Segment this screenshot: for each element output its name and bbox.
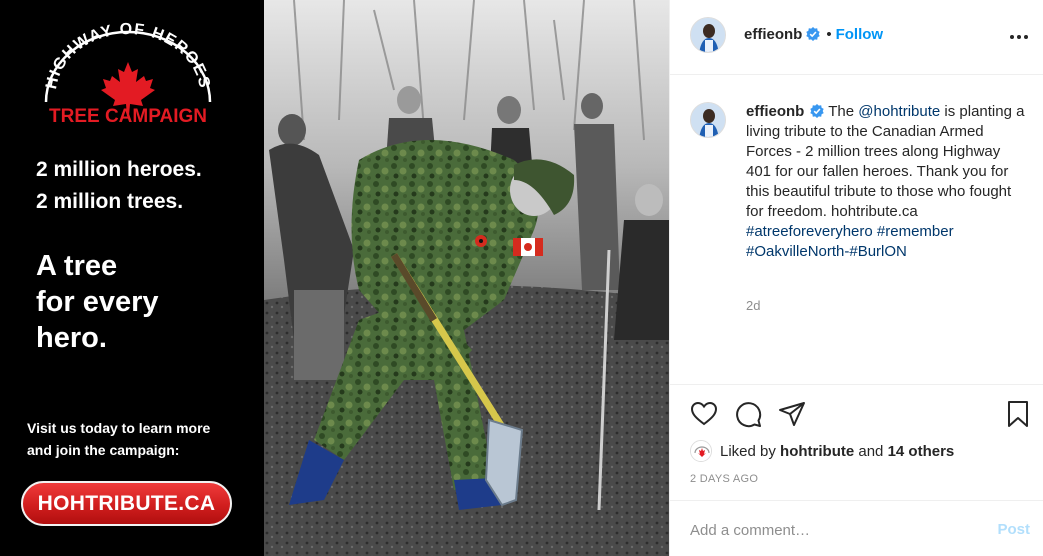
ad-visit-text: Visit us today to learn more and join th… [27, 417, 247, 461]
caption-text-before: The [828, 103, 855, 120]
bookmark-icon[interactable] [1004, 400, 1032, 428]
hashtags-line1[interactable]: #atreeforeveryhero #remember [746, 223, 954, 240]
post-photo[interactable] [264, 0, 669, 556]
header-separator: • [826, 26, 832, 43]
action-bar [670, 386, 1043, 442]
heart-icon[interactable] [690, 400, 718, 428]
follow-button[interactable]: Follow [836, 26, 884, 43]
likes-others[interactable]: 14 others [888, 443, 955, 460]
ad-tagline-line2: 2 million trees. [36, 190, 184, 213]
caption-text-after: is planting a living tribute to the Cana… [746, 103, 1025, 220]
avatar[interactable] [690, 17, 726, 53]
hashtags-line2[interactable]: #OakvilleNorth-#BurlON [746, 243, 907, 260]
post-comment-button[interactable]: Post [997, 521, 1030, 538]
logo-campaign-text: TREE CAMPAIGN [49, 106, 207, 127]
post-side-panel: effieonb • Follow effieonb The @hohtribu… [669, 0, 1043, 556]
header-username[interactable]: effieonb [744, 26, 802, 43]
ad-panel: HIGHWAY OF HEROES TREE CAMPAIGN 2 millio… [0, 0, 264, 556]
mention-link[interactable]: @hohtribute [858, 103, 940, 120]
likes-user[interactable]: hohtribute [780, 443, 854, 460]
comment-input[interactable] [690, 519, 980, 541]
caption-text: effieonb The @hohtribute is planting a l… [746, 102, 1026, 262]
post-date[interactable]: 2 DAYS AGO [690, 473, 758, 485]
caption-avatar[interactable] [690, 102, 726, 138]
ad-headline-line1: A tree [36, 250, 118, 282]
likes-prefix: Liked by [720, 443, 776, 460]
caption-username[interactable]: effieonb [746, 103, 804, 120]
caption-section: effieonb The @hohtribute is planting a l… [670, 76, 1043, 385]
liker-avatar [690, 440, 712, 462]
ad-headline-line2: for every [36, 286, 159, 318]
post-header: effieonb • Follow [670, 0, 1043, 75]
header-user-info: effieonb • Follow [744, 26, 883, 43]
liker-avatar-image [691, 441, 711, 461]
ad-url-button: HOHTRIBUTE.CA [21, 481, 232, 526]
verified-badge-icon [810, 104, 825, 118]
paper-plane-icon[interactable] [778, 400, 806, 428]
likes-conj: and [858, 443, 884, 460]
comment-bar: Post [670, 500, 1043, 556]
highway-of-heroes-logo: HIGHWAY OF HEROES TREE CAMPAIGN [43, 22, 211, 127]
soldier-planting-tree-photo [264, 0, 669, 556]
more-options-icon[interactable] [1008, 28, 1030, 46]
verified-badge-icon [806, 27, 821, 41]
caption-avatar-image [691, 103, 725, 137]
ad-tagline-line1: 2 million heroes. [36, 158, 202, 181]
ad-visit-line1: Visit us today to learn more [27, 420, 211, 436]
user-avatar-image [691, 18, 725, 52]
ad-headline: A tree for every hero. [36, 248, 159, 356]
ad-headline-line3: hero. [36, 322, 107, 354]
ad-tagline: 2 million heroes. 2 million trees. [36, 154, 202, 218]
likes-summary[interactable]: Liked by hohtribute and 14 others [690, 440, 954, 462]
caption-time-ago[interactable]: 2d [746, 298, 760, 313]
comment-icon[interactable] [734, 400, 762, 428]
ad-visit-line2: and join the campaign: [27, 442, 180, 458]
